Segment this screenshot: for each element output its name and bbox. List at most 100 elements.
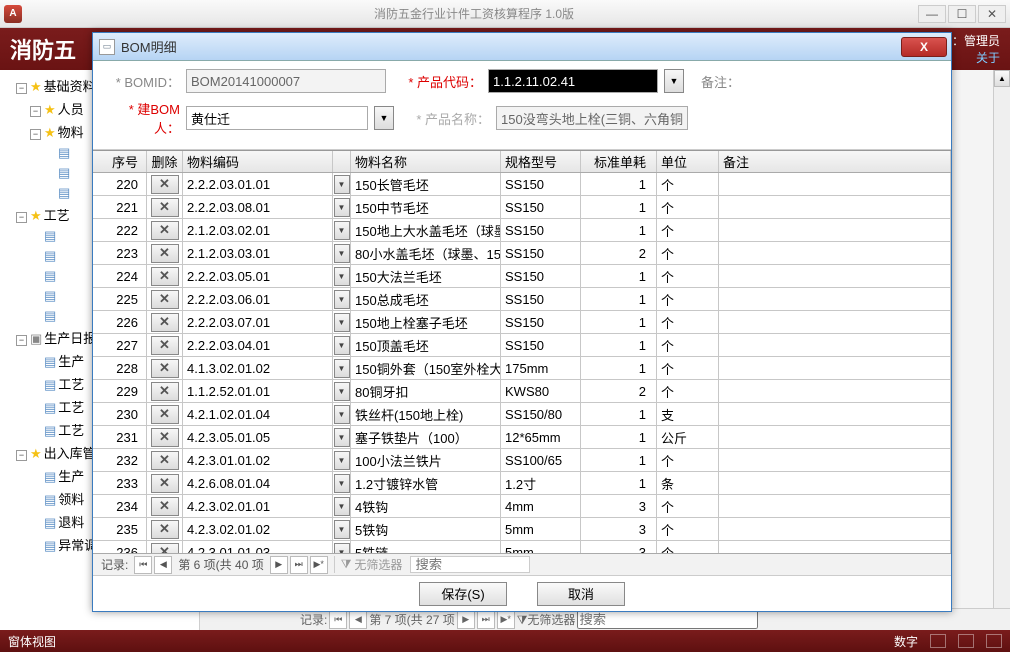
- cell-qty[interactable]: 1: [581, 265, 657, 287]
- cell-name[interactable]: 80小水盖毛坯（球墨、15: [351, 242, 501, 264]
- code-dropdown-button[interactable]: ▼: [334, 405, 350, 424]
- cell-spec[interactable]: 1.2寸: [501, 472, 581, 494]
- code-dropdown-button[interactable]: ▼: [334, 313, 350, 332]
- code-dropdown-button[interactable]: ▼: [334, 267, 350, 286]
- cell-code[interactable]: 4.2.3.05.01.05: [183, 426, 333, 448]
- bg-search-input[interactable]: [577, 610, 758, 629]
- cell-seq[interactable]: 230: [93, 403, 147, 425]
- table-row[interactable]: 225✕2.2.2.03.06.01▼150总成毛坯SS1501个: [93, 288, 951, 311]
- bg-first-button[interactable]: ⏮: [329, 611, 347, 629]
- cell-qty[interactable]: 3: [581, 541, 657, 553]
- cell-note[interactable]: [719, 449, 951, 471]
- cell-qty[interactable]: 1: [581, 449, 657, 471]
- minimize-button[interactable]: —: [918, 5, 946, 23]
- prodname-field[interactable]: [496, 106, 688, 130]
- cell-qty[interactable]: 1: [581, 426, 657, 448]
- dialog-titlebar[interactable]: ▭ BOM明细 X: [93, 33, 951, 61]
- cell-unit[interactable]: 个: [657, 288, 719, 310]
- code-dropdown-button[interactable]: ▼: [334, 290, 350, 309]
- cell-seq[interactable]: 224: [93, 265, 147, 287]
- cell-name[interactable]: 100小法兰铁片: [351, 449, 501, 471]
- cell-name[interactable]: 150铜外套（150室外栓大: [351, 357, 501, 379]
- filter-label[interactable]: ⧩无筛选器: [334, 556, 409, 573]
- bomid-field[interactable]: [186, 69, 386, 93]
- code-dropdown-button[interactable]: ▼: [334, 198, 350, 217]
- cell-spec[interactable]: SS150: [501, 219, 581, 241]
- new-record-button[interactable]: ▶*: [310, 556, 328, 574]
- cell-seq[interactable]: 227: [93, 334, 147, 356]
- cell-spec[interactable]: SS150: [501, 288, 581, 310]
- cell-spec[interactable]: SS150: [501, 242, 581, 264]
- code-dropdown-button[interactable]: ▼: [334, 359, 350, 378]
- cell-unit[interactable]: 个: [657, 541, 719, 553]
- cell-qty[interactable]: 1: [581, 196, 657, 218]
- cell-note[interactable]: [719, 265, 951, 287]
- cell-code[interactable]: 2.2.2.03.06.01: [183, 288, 333, 310]
- cell-qty[interactable]: 3: [581, 495, 657, 517]
- cell-name[interactable]: 5铁钩: [351, 518, 501, 540]
- cell-name[interactable]: 塞子铁垫片（100）: [351, 426, 501, 448]
- creator-field[interactable]: [186, 106, 368, 130]
- cell-seq[interactable]: 222: [93, 219, 147, 241]
- cell-qty[interactable]: 1: [581, 173, 657, 195]
- cell-code[interactable]: 4.2.3.02.01.02: [183, 518, 333, 540]
- cell-note[interactable]: [719, 426, 951, 448]
- cell-note[interactable]: [719, 219, 951, 241]
- maximize-button[interactable]: ☐: [948, 5, 976, 23]
- cell-seq[interactable]: 234: [93, 495, 147, 517]
- cell-seq[interactable]: 220: [93, 173, 147, 195]
- table-row[interactable]: 220✕2.2.2.03.01.01▼150长管毛坯SS1501个: [93, 173, 951, 196]
- delete-row-button[interactable]: ✕: [151, 474, 179, 493]
- table-row[interactable]: 235✕4.2.3.02.01.02▼5铁钩5mm3个: [93, 518, 951, 541]
- cell-qty[interactable]: 1: [581, 334, 657, 356]
- cell-note[interactable]: [719, 380, 951, 402]
- cell-code[interactable]: 2.2.2.03.04.01: [183, 334, 333, 356]
- cell-unit[interactable]: 个: [657, 219, 719, 241]
- cell-note[interactable]: [719, 334, 951, 356]
- cell-code[interactable]: 2.1.2.03.02.01: [183, 219, 333, 241]
- cell-name[interactable]: 150中节毛坯: [351, 196, 501, 218]
- cell-code[interactable]: 2.2.2.03.01.01: [183, 173, 333, 195]
- cell-note[interactable]: [719, 288, 951, 310]
- cell-qty[interactable]: 1: [581, 403, 657, 425]
- bg-prev-button[interactable]: ◀: [349, 611, 367, 629]
- delete-row-button[interactable]: ✕: [151, 290, 179, 309]
- save-button[interactable]: 保存(S): [419, 582, 507, 606]
- table-row[interactable]: 227✕2.2.2.03.04.01▼150顶盖毛坯SS1501个: [93, 334, 951, 357]
- hdr-unit[interactable]: 单位: [657, 151, 719, 172]
- grid-search-input[interactable]: [410, 556, 530, 573]
- table-row[interactable]: 234✕4.2.3.02.01.01▼4铁钩4mm3个: [93, 495, 951, 518]
- view-icon-3[interactable]: [986, 634, 1002, 648]
- cell-unit[interactable]: 个: [657, 242, 719, 264]
- view-icon-1[interactable]: [930, 634, 946, 648]
- prodcode-field[interactable]: [488, 69, 658, 93]
- cell-code[interactable]: 4.1.3.02.01.02: [183, 357, 333, 379]
- cell-spec[interactable]: KWS80: [501, 380, 581, 402]
- code-dropdown-button[interactable]: ▼: [334, 244, 350, 263]
- cell-note[interactable]: [719, 311, 951, 333]
- cell-code[interactable]: 4.2.1.02.01.04: [183, 403, 333, 425]
- cell-name[interactable]: 1.2寸镀锌水管: [351, 472, 501, 494]
- cell-name[interactable]: 150顶盖毛坯: [351, 334, 501, 356]
- cell-code[interactable]: 2.2.2.03.05.01: [183, 265, 333, 287]
- cell-name[interactable]: 4铁钩: [351, 495, 501, 517]
- code-dropdown-button[interactable]: ▼: [334, 474, 350, 493]
- cancel-button[interactable]: 取消: [537, 582, 625, 606]
- cell-code[interactable]: 4.2.3.02.01.01: [183, 495, 333, 517]
- about-link[interactable]: 关于: [952, 49, 1000, 66]
- hdr-del[interactable]: 删除: [147, 151, 183, 172]
- cell-seq[interactable]: 228: [93, 357, 147, 379]
- main-vscroll[interactable]: ▲ ▼: [993, 70, 1010, 630]
- hdr-spec[interactable]: 规格型号: [501, 151, 581, 172]
- tree-toggle-icon[interactable]: −: [16, 83, 27, 94]
- cell-seq[interactable]: 221: [93, 196, 147, 218]
- code-dropdown-button[interactable]: ▼: [334, 382, 350, 401]
- hdr-seq[interactable]: 序号: [93, 151, 147, 172]
- cell-spec[interactable]: SS150/80: [501, 403, 581, 425]
- cell-spec[interactable]: 5mm: [501, 518, 581, 540]
- cell-spec[interactable]: SS150: [501, 311, 581, 333]
- cell-qty[interactable]: 1: [581, 357, 657, 379]
- cell-note[interactable]: [719, 196, 951, 218]
- view-icon-2[interactable]: [958, 634, 974, 648]
- delete-row-button[interactable]: ✕: [151, 520, 179, 539]
